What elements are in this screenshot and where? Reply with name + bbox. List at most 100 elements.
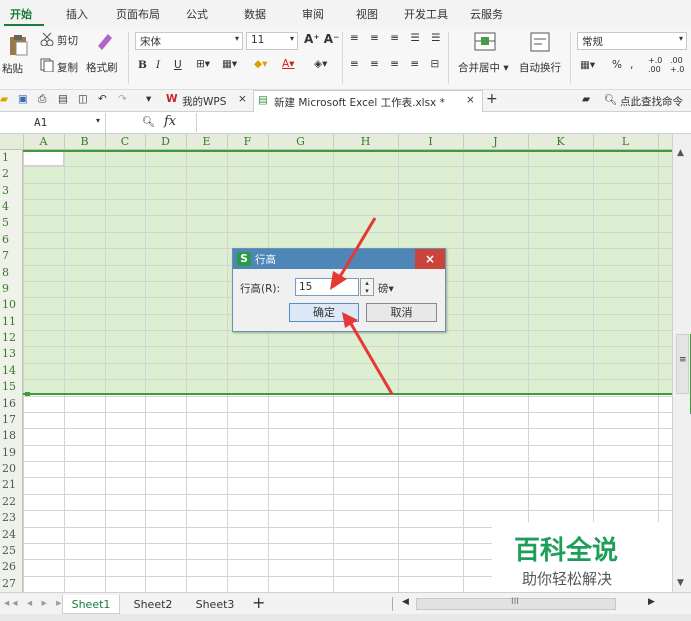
preview-icon[interactable]: ◫	[78, 93, 88, 105]
tab-data[interactable]: 数据	[244, 6, 266, 22]
row-header-16[interactable]: 16	[0, 396, 23, 412]
percent-button[interactable]: %	[612, 59, 622, 71]
tab-review[interactable]: 审阅	[302, 6, 324, 22]
wrap-text-button[interactable]: 自动换行	[519, 60, 561, 75]
align-top-icons[interactable]: ≡ ≡ ≡ ☰ ☰	[350, 32, 445, 44]
row-header-18[interactable]: 18	[0, 428, 23, 444]
row-header-13[interactable]: 13	[0, 346, 23, 362]
dialog-close-button[interactable]: ×	[415, 249, 445, 269]
name-box[interactable]: A1	[0, 113, 106, 133]
column-header-j[interactable]: J	[463, 134, 528, 150]
row-header-27[interactable]: 27	[0, 576, 23, 592]
tab-view[interactable]: 视图	[356, 6, 378, 22]
print-icon[interactable]: ▤	[58, 93, 68, 105]
row-header-2[interactable]: 2	[0, 166, 23, 182]
column-header-a[interactable]: A	[23, 134, 64, 150]
scroll-left-icon[interactable]: ◀	[402, 597, 409, 607]
wrap-text-icon[interactable]	[530, 32, 550, 52]
format-painter-icon[interactable]	[94, 32, 114, 52]
tab-formulas[interactable]: 公式	[186, 6, 208, 22]
row-header-15[interactable]: 15	[0, 379, 23, 395]
row-header-7[interactable]: 7	[0, 248, 23, 264]
quick-access-dropdown-icon[interactable]: ▾	[146, 93, 151, 105]
paste-button[interactable]: 粘贴	[2, 61, 23, 76]
row-header-6[interactable]: 6	[0, 232, 23, 248]
font-color-icon[interactable]: A▾	[282, 58, 294, 70]
undo-icon[interactable]: ↶	[98, 93, 107, 105]
decimal-decrease-icon[interactable]: .00 +.0	[670, 56, 684, 74]
row-header-5[interactable]: 5	[0, 215, 23, 231]
layout-icon[interactable]: ▰	[582, 93, 590, 105]
font-name-select[interactable]: 宋体 ▾	[135, 32, 243, 50]
row-header-22[interactable]: 22	[0, 494, 23, 510]
copy-icon[interactable]	[40, 58, 54, 72]
column-header-k[interactable]: K	[528, 134, 593, 150]
align-left-icons[interactable]: ≡ ≡ ≡ ≡ ⊟	[350, 58, 443, 70]
column-header-l[interactable]: L	[593, 134, 658, 150]
column-header-d[interactable]: D	[145, 134, 186, 150]
fill-handle[interactable]	[25, 392, 30, 396]
row-header-26[interactable]: 26	[0, 559, 23, 575]
redo-icon[interactable]: ↷	[118, 93, 127, 105]
row-header-25[interactable]: 25	[0, 543, 23, 559]
font-size-select[interactable]: 11 ▾	[246, 32, 298, 50]
merge-center-icon[interactable]	[474, 32, 496, 52]
row-header-11[interactable]: 11	[0, 314, 23, 330]
currency-icon[interactable]: ▦▾	[580, 59, 595, 71]
row-header-12[interactable]: 12	[0, 330, 23, 346]
italic-button[interactable]: I	[156, 59, 160, 71]
merge-center-button[interactable]: 合并居中 ▾	[458, 60, 509, 75]
tab-cloud[interactable]: 云服务	[470, 6, 503, 22]
row-header-20[interactable]: 20	[0, 461, 23, 477]
file-tab[interactable]: ▤ 新建 Microsoft Excel 工作表.xlsx * ×	[253, 90, 483, 112]
scroll-right-icon[interactable]: ▶	[648, 597, 655, 607]
tab-home[interactable]: 开始	[10, 6, 32, 22]
column-header-h[interactable]: H	[333, 134, 398, 150]
row-header-21[interactable]: 21	[0, 477, 23, 493]
sheet-tab-sheet1[interactable]: Sheet1	[62, 595, 120, 614]
row-header-9[interactable]: 9	[0, 281, 23, 297]
sheet-tab-sheet3[interactable]: Sheet3	[186, 595, 244, 614]
open-folder-icon[interactable]: ▰	[0, 93, 8, 105]
tab-page-layout[interactable]: 页面布局	[116, 6, 160, 22]
column-header-e[interactable]: E	[186, 134, 227, 150]
save-icon[interactable]: ▣	[18, 93, 28, 105]
formula-input[interactable]	[196, 113, 690, 132]
print-preview-icon[interactable]: ⎙	[38, 93, 46, 106]
cut-button[interactable]: 剪切	[57, 33, 78, 48]
search-icon[interactable]: 🔍︎	[604, 93, 617, 106]
row-header-8[interactable]: 8	[0, 265, 23, 281]
zoom-icon[interactable]: 🔍︎	[142, 115, 155, 128]
row-header-17[interactable]: 17	[0, 412, 23, 428]
scissors-icon[interactable]	[40, 32, 54, 46]
fill-color-icon[interactable]: ◆▾	[254, 58, 267, 70]
column-header-f[interactable]: F	[227, 134, 268, 150]
column-header-i[interactable]: I	[398, 134, 463, 150]
comma-button[interactable]: ,	[630, 59, 633, 71]
clear-format-icon[interactable]: ◈▾	[314, 58, 327, 70]
row-header-19[interactable]: 19	[0, 445, 23, 461]
column-header-b[interactable]: B	[64, 134, 105, 150]
scroll-up-icon[interactable]: ▲	[677, 148, 684, 158]
copy-button[interactable]: 复制	[57, 60, 78, 75]
fill-style-icon[interactable]: ▦▾	[222, 58, 237, 70]
tab-insert[interactable]: 插入	[66, 6, 88, 22]
tab-my-wps[interactable]: 我的WPS	[182, 94, 226, 109]
row-header-14[interactable]: 14	[0, 363, 23, 379]
tab-developer[interactable]: 开发工具	[404, 6, 448, 22]
close-file-tab-icon[interactable]: ×	[466, 94, 475, 106]
border-icon[interactable]: ⊞▾	[196, 58, 210, 70]
horizontal-scroll-thumb[interactable]: III	[416, 597, 616, 610]
underline-button[interactable]: U	[174, 59, 182, 71]
vertical-scroll-thumb[interactable]: ≡	[676, 334, 689, 394]
scroll-down-icon[interactable]: ▼	[677, 578, 684, 588]
row-header-23[interactable]: 23	[0, 510, 23, 526]
new-tab-icon[interactable]: +	[486, 91, 498, 107]
fx-icon[interactable]: fx	[164, 114, 176, 129]
add-sheet-icon[interactable]: +	[252, 593, 265, 612]
paste-icon[interactable]	[8, 34, 28, 56]
decimal-increase-icon[interactable]: +.0.00	[648, 56, 662, 74]
vertical-scrollbar[interactable]: ▲ ≡ ▼	[672, 134, 691, 592]
row-header-3[interactable]: 3	[0, 183, 23, 199]
row-header-1[interactable]: 1	[0, 150, 23, 166]
